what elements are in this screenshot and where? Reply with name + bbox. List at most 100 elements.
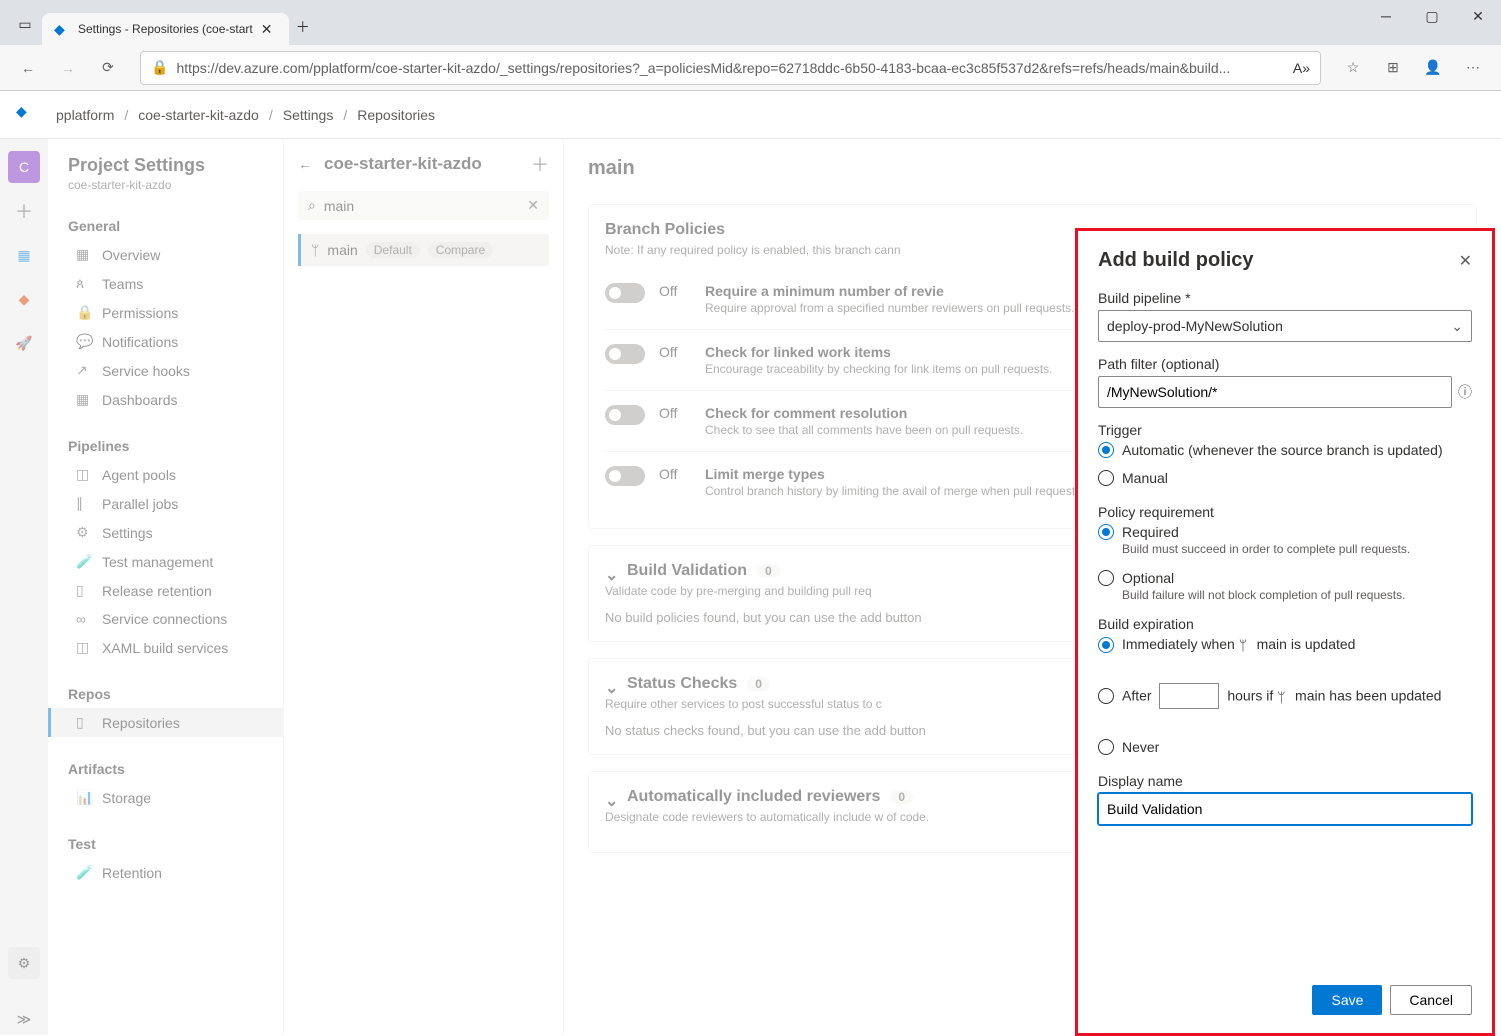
display-name-input[interactable] <box>1098 793 1472 825</box>
favorite-icon[interactable]: ☆ <box>1337 52 1369 84</box>
settings-item-notifications[interactable]: 💬Notifications <box>48 327 283 356</box>
toggle-min-reviewers[interactable] <box>605 283 645 303</box>
browser-tab-active[interactable]: ◆ Settings - Repositories (coe-start ✕ <box>42 13 289 45</box>
branch-item-main[interactable]: ᛘ main Default Compare <box>298 234 549 266</box>
radio-trigger-manual[interactable] <box>1098 470 1114 486</box>
radio-trigger-automatic[interactable] <box>1098 442 1114 458</box>
new-tab-button[interactable]: ＋ <box>289 13 317 41</box>
filter-text: main <box>324 198 354 214</box>
settings-item-overview[interactable]: ▦Overview <box>48 240 283 269</box>
trigger-manual-label: Manual <box>1122 470 1168 486</box>
save-button[interactable]: Save <box>1312 985 1382 1015</box>
expand-rail-icon[interactable]: ≫ <box>8 1003 40 1035</box>
page-title: main <box>588 157 1477 180</box>
forward-button: → <box>52 52 84 84</box>
settings-item-permissions[interactable]: 🔒Permissions <box>48 298 283 327</box>
lock-icon: 🔒 <box>76 304 92 321</box>
toggle-limit-merge[interactable] <box>605 466 645 486</box>
breadcrumb-section[interactable]: Settings <box>283 107 334 123</box>
window-close[interactable]: ✕ <box>1455 0 1501 32</box>
refresh-button[interactable]: ⟳ <box>92 52 124 84</box>
radio-optional[interactable] <box>1098 570 1114 586</box>
branch-icon: ᛘ <box>1277 689 1291 705</box>
breadcrumb: pplatform / coe-starter-kit-azdo / Setti… <box>56 107 435 123</box>
pipelines-icon[interactable]: 🚀 <box>8 327 40 359</box>
trigger-auto-label: Automatic (whenever the source branch is… <box>1122 442 1443 458</box>
requirement-label: Policy requirement <box>1098 504 1472 520</box>
toggle-comment-resolution[interactable] <box>605 405 645 425</box>
settings-item-teams[interactable]: ጰTeams <box>48 269 283 298</box>
auto-reviewers-heading: Automatically included reviewers <box>627 788 880 806</box>
exp-immediate-label: Immediately when ᛘ main is updated <box>1122 636 1355 653</box>
settings-item-service-hooks[interactable]: ↗Service hooks <box>48 356 283 385</box>
repo-icon: ▯ <box>76 714 92 731</box>
flyout-title: Add build policy <box>1098 249 1459 272</box>
clear-filter-icon[interactable]: ✕ <box>527 197 539 214</box>
window-maximize[interactable]: ▢ <box>1409 0 1455 32</box>
project-settings-title: Project Settings <box>48 155 283 176</box>
radio-exp-never[interactable] <box>1098 739 1114 755</box>
branch-filter-input[interactable]: ⌕ main ✕ <box>298 191 549 220</box>
read-aloud-icon[interactable]: A» <box>1293 60 1310 76</box>
close-icon[interactable]: ✕ <box>1459 251 1472 271</box>
azure-devops-logo-icon[interactable]: ◆ <box>16 103 40 127</box>
settings-item-pipeline-settings[interactable]: ⚙Settings <box>48 518 283 547</box>
breadcrumb-project[interactable]: coe-starter-kit-azdo <box>138 107 259 123</box>
expiration-label: Build expiration <box>1098 616 1472 632</box>
boards-icon[interactable]: ▦ <box>8 239 40 271</box>
settings-item-dashboards[interactable]: ▦Dashboards <box>48 385 283 414</box>
settings-item-storage[interactable]: 📊Storage <box>48 783 283 812</box>
window-minimize[interactable]: ─ <box>1363 0 1409 32</box>
info-icon[interactable]: ⓘ <box>1458 382 1472 402</box>
settings-item-agent-pools[interactable]: ◫Agent pools <box>48 460 283 489</box>
settings-item-release-retention[interactable]: ▯Release retention <box>48 576 283 605</box>
path-filter-input[interactable] <box>1098 376 1452 408</box>
collections-icon[interactable]: ⊞ <box>1377 52 1409 84</box>
radio-exp-immediate[interactable] <box>1098 637 1114 653</box>
chevron-down-icon[interactable]: ⌄ <box>605 791 617 803</box>
group-general: General <box>48 212 283 240</box>
settings-item-xaml-build[interactable]: ◫XAML build services <box>48 633 283 662</box>
xaml-icon: ◫ <box>76 639 92 656</box>
cancel-button[interactable]: Cancel <box>1390 985 1472 1015</box>
display-name-label: Display name <box>1098 773 1472 789</box>
default-badge: Default <box>366 242 420 258</box>
toggle-linked-work-items[interactable] <box>605 344 645 364</box>
compare-badge: Compare <box>428 242 493 258</box>
settings-gear-icon[interactable]: ⚙ <box>8 947 40 979</box>
lock-icon: 🔒 <box>151 59 168 76</box>
filter-icon: ⌕ <box>308 197 316 214</box>
pipeline-value: deploy-prod-MyNewSolution <box>1107 318 1283 334</box>
tab-close-icon[interactable]: ✕ <box>261 21 277 37</box>
hours-input[interactable] <box>1159 683 1219 709</box>
chevron-down-icon[interactable]: ⌄ <box>605 565 617 577</box>
repos-icon[interactable]: ◆ <box>8 283 40 315</box>
retention-icon: 🧪 <box>76 864 92 881</box>
breadcrumb-page[interactable]: Repositories <box>357 107 435 123</box>
retention-icon: ▯ <box>76 582 92 599</box>
status-checks-heading: Status Checks <box>627 675 737 693</box>
settings-item-repositories[interactable]: ▯Repositories <box>48 708 283 737</box>
chevron-down-icon[interactable]: ⌄ <box>605 678 617 690</box>
settings-item-parallel-jobs[interactable]: ∥Parallel jobs <box>48 489 283 518</box>
address-bar-input[interactable] <box>176 60 1284 76</box>
path-filter-label: Path filter (optional) <box>1098 356 1472 372</box>
back-button[interactable]: ← <box>12 52 44 84</box>
exp-never-label: Never <box>1122 739 1159 755</box>
radio-required[interactable] <box>1098 524 1114 540</box>
tab-actions-button[interactable]: ▭ <box>8 7 42 41</box>
trigger-label: Trigger <box>1098 422 1472 438</box>
profile-avatar[interactable]: 👤 <box>1417 52 1449 84</box>
settings-item-retention[interactable]: 🧪Retention <box>48 858 283 887</box>
pipeline-select[interactable]: deploy-prod-MyNewSolution ⌄ <box>1098 310 1472 342</box>
breadcrumb-org[interactable]: pplatform <box>56 107 114 123</box>
add-branch-icon[interactable]: ＋ <box>531 151 549 177</box>
azure-devops-favicon-icon: ◆ <box>54 21 70 37</box>
settings-item-test-management[interactable]: 🧪Test management <box>48 547 283 576</box>
back-arrow-icon[interactable]: ← <box>298 156 312 172</box>
settings-item-service-connections[interactable]: ∞Service connections <box>48 605 283 633</box>
more-menu-icon[interactable]: ⋯ <box>1457 52 1489 84</box>
add-item-icon[interactable]: ＋ <box>8 195 40 227</box>
project-icon[interactable]: C <box>8 151 40 183</box>
radio-exp-after[interactable] <box>1098 688 1114 704</box>
